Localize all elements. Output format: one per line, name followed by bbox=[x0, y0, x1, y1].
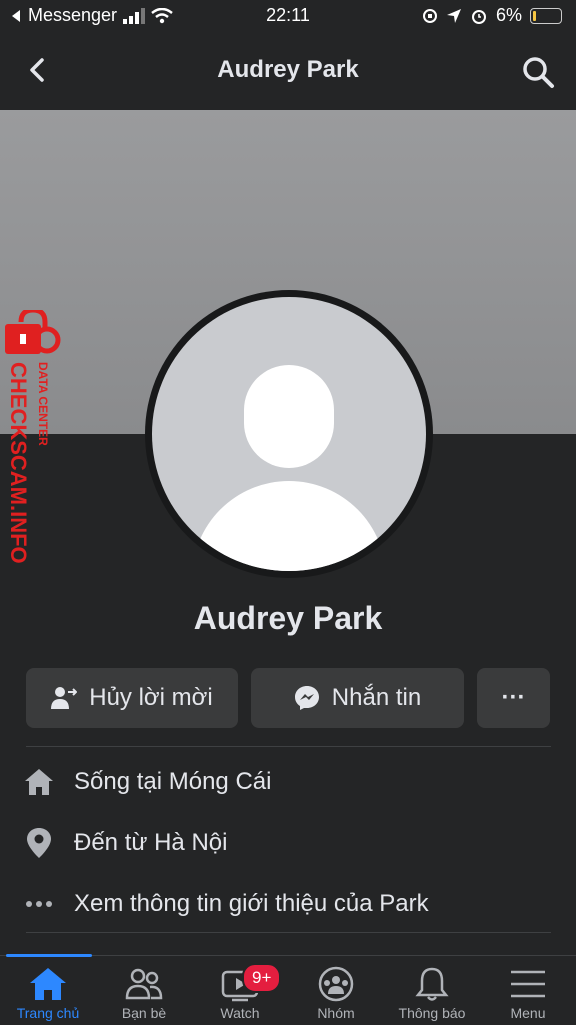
divider-bottom bbox=[26, 932, 551, 933]
battery-icon bbox=[530, 7, 562, 24]
location-icon bbox=[446, 8, 461, 23]
tab-notifications-label: Thông báo bbox=[398, 1005, 466, 1021]
info-see-about[interactable]: Xem thông tin giới thiệu của Park bbox=[22, 884, 429, 924]
tab-friends[interactable]: Bạn bè bbox=[96, 956, 192, 1025]
hamburger-icon bbox=[511, 970, 545, 998]
friends-icon bbox=[125, 968, 163, 1000]
status-right: 6% bbox=[422, 5, 562, 26]
tab-groups[interactable]: Nhóm bbox=[288, 956, 384, 1025]
tab-home[interactable]: Trang chủ bbox=[0, 954, 96, 1025]
groups-icon bbox=[318, 966, 354, 1002]
top-bar: Audrey Park bbox=[0, 32, 576, 110]
alarm-icon bbox=[471, 9, 486, 24]
profile-name: Audrey Park bbox=[193, 600, 383, 636]
divider-top bbox=[26, 746, 551, 747]
active-tab-indicator bbox=[6, 954, 92, 957]
profile-avatar[interactable] bbox=[152, 297, 426, 571]
see-about-link[interactable]: Xem thông tin giới thiệu của Park bbox=[74, 890, 429, 918]
ellipsis-icon bbox=[22, 887, 56, 921]
avatar-placeholder-body bbox=[192, 481, 386, 571]
tab-notifications[interactable]: Thông báo bbox=[384, 956, 480, 1025]
lives-in-text: Sống tại Móng Cái bbox=[74, 768, 272, 795]
location-pin-icon bbox=[22, 826, 56, 860]
page-title: Audrey Park bbox=[217, 56, 359, 83]
watermark-logo: CHECKSCAM.INFO DATA CENTER bbox=[5, 307, 61, 564]
home-tab-icon bbox=[30, 968, 66, 1000]
avatar-placeholder-head bbox=[244, 365, 334, 468]
tab-friends-label: Bạn bè bbox=[121, 1005, 167, 1021]
info-lives-in: Sống tại Móng Cái bbox=[22, 762, 271, 802]
bell-icon bbox=[415, 967, 449, 1001]
tab-watch-label: Watch bbox=[220, 1005, 260, 1021]
watermark-tag: DATA CENTER bbox=[36, 362, 50, 446]
cancel-request-label: Hủy lời mời bbox=[89, 684, 213, 711]
more-options-icon: ··· bbox=[501, 684, 526, 711]
watermark: CHECKSCAM.INFO DATA CENTER bbox=[3, 307, 65, 590]
tab-home-label: Trang chủ bbox=[16, 1005, 80, 1021]
tab-menu[interactable]: Menu bbox=[480, 956, 576, 1025]
cancel-request-button[interactable]: Hủy lời mời bbox=[26, 668, 238, 728]
search-icon[interactable] bbox=[520, 54, 556, 90]
message-label: Nhắn tin bbox=[331, 684, 422, 711]
battery-percent: 6% bbox=[495, 5, 522, 25]
more-options-button[interactable]: ··· bbox=[477, 668, 550, 728]
info-from: Đến từ Hà Nội bbox=[22, 823, 227, 863]
message-button[interactable]: Nhắn tin bbox=[251, 668, 464, 728]
cancel-request-icon bbox=[51, 687, 78, 709]
tab-groups-label: Nhóm bbox=[317, 1005, 355, 1021]
home-icon bbox=[22, 765, 56, 799]
tab-menu-label: Menu bbox=[510, 1005, 546, 1021]
from-text: Đến từ Hà Nội bbox=[74, 829, 228, 856]
watch-badge: 9+ bbox=[242, 963, 282, 993]
messenger-icon bbox=[294, 686, 319, 710]
orientation-lock-icon bbox=[422, 8, 437, 23]
bottom-nav: Trang chủ Bạn bè Watch 9+ Nhóm Thông báo… bbox=[0, 954, 576, 1025]
status-bar: Messenger 22:11 6% bbox=[0, 0, 576, 32]
watermark-brand: CHECKSCAM.INFO bbox=[6, 362, 31, 564]
